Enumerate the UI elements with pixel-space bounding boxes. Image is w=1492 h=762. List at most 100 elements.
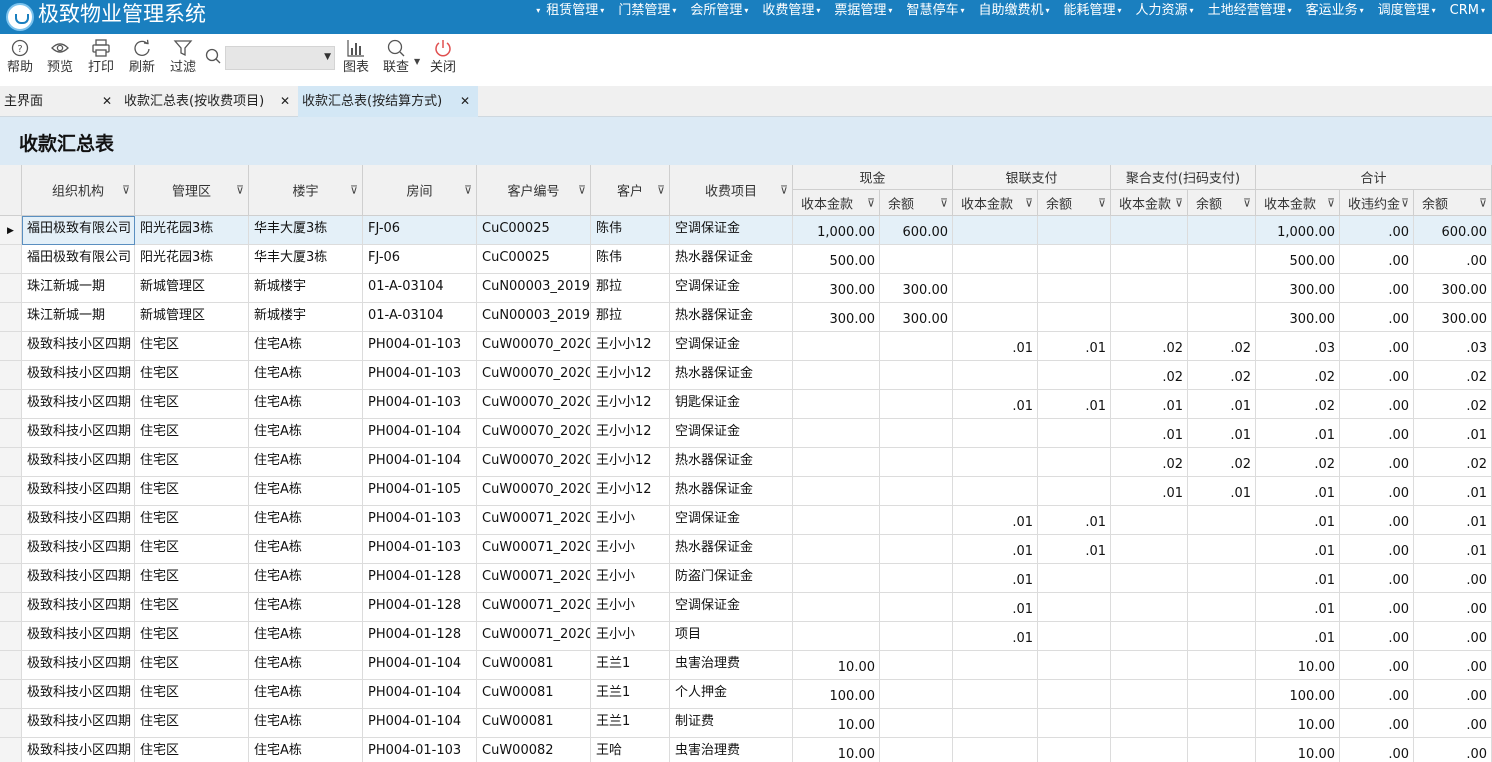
table-cell[interactable]: 王小小 [591,593,670,622]
table-cell[interactable] [1111,216,1188,245]
table-cell[interactable]: 极致科技小区四期 [22,680,135,709]
filter-icon[interactable]: ⊽ [1025,196,1033,209]
table-cell[interactable]: .00 [1414,738,1492,762]
table-cell[interactable] [880,245,953,274]
table-cell[interactable] [1111,245,1188,274]
row-indicator[interactable] [0,651,22,680]
table-row[interactable]: 极致科技小区四期住宅区住宅A栋PH004-01-128CuW00071_2020… [0,564,1492,593]
table-cell[interactable]: 住宅A栋 [249,593,363,622]
table-cell[interactable]: 热水器保证金 [670,303,793,332]
table-cell[interactable] [880,651,953,680]
row-indicator[interactable] [0,738,22,762]
table-cell[interactable]: .01 [1111,390,1188,419]
table-cell[interactable]: 个人押金 [670,680,793,709]
table-cell[interactable]: 极致科技小区四期 [22,419,135,448]
table-row[interactable]: 极致科技小区四期住宅区住宅A栋PH004-01-104CuW00070_2020… [0,448,1492,477]
row-pointer-icon[interactable]: ▶ [0,216,22,245]
table-cell[interactable]: 空调保证金 [670,332,793,361]
column-header[interactable]: 收本金款 ⊽ [953,190,1038,216]
table-cell[interactable] [1188,216,1256,245]
table-cell[interactable]: 住宅A栋 [249,564,363,593]
table-cell[interactable]: .02 [1414,361,1492,390]
table-row[interactable]: 极致科技小区四期住宅区住宅A栋PH004-01-105CuW00070_2020… [0,477,1492,506]
table-cell[interactable]: 500.00 [793,245,880,274]
table-cell[interactable] [793,477,880,506]
print-button[interactable]: 打印 [81,38,121,76]
table-cell[interactable]: 王哈 [591,738,670,762]
table-cell[interactable]: 10.00 [793,738,880,762]
filter-icon[interactable]: ⊽ [236,184,244,197]
table-cell[interactable]: 王兰1 [591,680,670,709]
table-cell[interactable]: 极致科技小区四期 [22,477,135,506]
table-cell[interactable]: 100.00 [1256,680,1340,709]
table-cell[interactable]: .01 [953,332,1038,361]
table-cell[interactable]: 300.00 [880,303,953,332]
table-cell[interactable]: 新城楼宇 [249,303,363,332]
table-cell[interactable]: 王小小 [591,622,670,651]
table-cell[interactable]: PH004-01-104 [363,448,477,477]
column-header[interactable]: 楼宇 ⊽ [249,165,363,216]
table-cell[interactable]: 极致科技小区四期 [22,535,135,564]
filter-icon[interactable]: ⊽ [122,184,130,197]
table-cell[interactable]: .00 [1340,332,1414,361]
table-cell[interactable]: .00 [1340,216,1414,245]
table-row[interactable]: 极致科技小区四期 住宅区 住宅A栋 PH004-01-103 CuW00082 王哈 虫害治… [0,738,1492,762]
table-cell[interactable] [880,593,953,622]
table-cell[interactable]: PH004-01-128 [363,564,477,593]
table-cell[interactable] [1111,738,1188,762]
table-cell[interactable]: 极致科技小区四期 [22,361,135,390]
table-cell[interactable]: .01 [1188,390,1256,419]
table-row[interactable]: 极致科技小区四期住宅区住宅A栋PH004-01-103CuW00071_2020… [0,506,1492,535]
table-cell[interactable]: .00 [1340,651,1414,680]
table-row[interactable]: 珠江新城一期新城管理区新城楼宇01-A-03104CuN00003_2019/1… [0,274,1492,303]
table-cell[interactable]: 住宅区 [135,448,249,477]
table-cell[interactable] [953,216,1038,245]
row-indicator[interactable] [0,245,22,274]
table-row[interactable]: 极致科技小区四期住宅区住宅A栋PH004-01-128CuW00071_2020… [0,593,1492,622]
column-header[interactable]: 余额 ⊽ [880,190,953,216]
menu-item-crm[interactable]: CRM ▾ [1443,0,1492,22]
table-cell[interactable]: 极致科技小区四期 [22,564,135,593]
table-cell[interactable]: 空调保证金 [670,216,793,245]
table-cell[interactable]: CuC00025 [477,216,591,245]
table-cell[interactable]: 300.00 [793,274,880,303]
table-cell[interactable]: 空调保证金 [670,419,793,448]
table-cell[interactable]: FJ-06 [363,216,477,245]
table-cell[interactable] [793,419,880,448]
table-cell[interactable] [1038,419,1111,448]
table-cell[interactable] [793,506,880,535]
column-header[interactable]: 收费项目 ⊽ [670,165,793,216]
table-cell[interactable]: 空调保证金 [670,593,793,622]
table-cell[interactable]: 住宅区 [135,332,249,361]
table-cell[interactable]: 虫害治理费 [670,651,793,680]
menu-item-dispatch[interactable]: 调度管理 ▾ [1371,0,1443,22]
table-cell[interactable]: 10.00 [1256,738,1340,762]
table-cell[interactable] [1038,738,1111,762]
table-cell[interactable]: 极致科技小区四期 [22,332,135,361]
table-row[interactable]: 极致科技小区四期住宅区住宅A栋PH004-01-103CuW00070_2020… [0,332,1492,361]
table-cell[interactable]: 住宅A栋 [249,738,363,762]
filter-icon[interactable]: ⊽ [1175,196,1183,209]
table-cell[interactable]: 华丰大厦3栋 [249,216,363,245]
table-cell[interactable]: PH004-01-103 [363,738,477,762]
column-header[interactable]: 客户编号 ⊽ [477,165,591,216]
table-row[interactable]: 极致科技小区四期 住宅区 住宅A栋 PH004-01-104 CuW00081 王兰1 虫害… [0,651,1492,680]
table-cell[interactable]: PH004-01-128 [363,593,477,622]
table-cell[interactable]: 珠江新城一期 [22,303,135,332]
row-indicator[interactable] [0,332,22,361]
table-cell[interactable]: .02 [1256,361,1340,390]
table-cell[interactable]: 新城管理区 [135,274,249,303]
table-cell[interactable]: .01 [1038,506,1111,535]
table-cell[interactable] [1188,680,1256,709]
table-cell[interactable] [1111,303,1188,332]
table-cell[interactable] [1188,564,1256,593]
table-cell[interactable] [1111,535,1188,564]
table-cell[interactable]: 100.00 [793,680,880,709]
table-cell[interactable]: .02 [1188,332,1256,361]
table-cell[interactable]: 极致科技小区四期 [22,390,135,419]
table-cell[interactable]: 住宅A栋 [249,419,363,448]
table-cell[interactable]: .00 [1414,622,1492,651]
table-cell[interactable]: .01 [953,535,1038,564]
table-cell[interactable]: .01 [1256,564,1340,593]
table-cell[interactable]: 钥匙保证金 [670,390,793,419]
